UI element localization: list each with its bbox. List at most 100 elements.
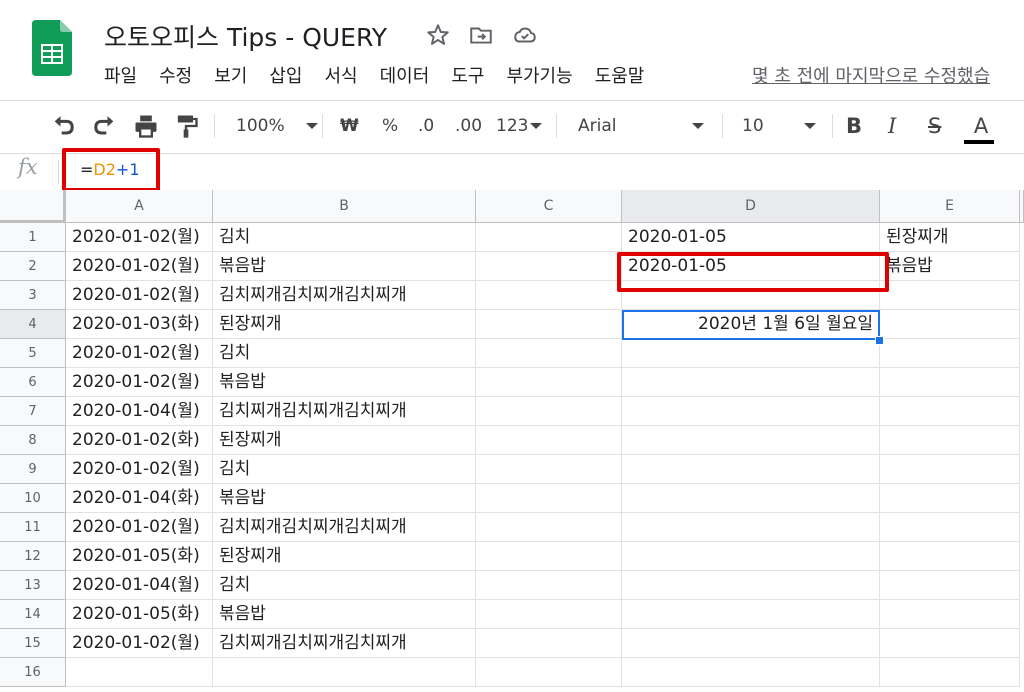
cloud-saved-icon[interactable] bbox=[512, 22, 538, 48]
cell-b13[interactable]: 김치 bbox=[213, 571, 476, 600]
cell-a12[interactable]: 2020-01-05(화) bbox=[66, 542, 213, 571]
cell-a4[interactable]: 2020-01-03(화) bbox=[66, 310, 213, 339]
row-header[interactable]: 1 bbox=[0, 223, 66, 252]
cell-e10[interactable] bbox=[880, 484, 1020, 513]
menu-help[interactable]: 도움말 bbox=[595, 62, 645, 90]
cell-a7[interactable]: 2020-01-04(월) bbox=[66, 397, 213, 426]
row-header[interactable]: 2 bbox=[0, 252, 66, 281]
sheets-logo[interactable] bbox=[32, 20, 72, 76]
menu-addons[interactable]: 부가기능 bbox=[506, 62, 572, 90]
currency-format-button[interactable]: ₩ bbox=[340, 112, 359, 140]
cell-b8[interactable]: 된장찌개 bbox=[213, 426, 476, 455]
cell-b11[interactable]: 김치찌개김치찌개김치찌개 bbox=[213, 513, 476, 542]
percent-format-button[interactable]: % bbox=[382, 112, 398, 140]
column-header-d[interactable]: D bbox=[622, 190, 880, 223]
cell-e3[interactable] bbox=[880, 281, 1020, 310]
menu-format[interactable]: 서식 bbox=[325, 62, 358, 90]
cell-d16[interactable] bbox=[622, 658, 880, 687]
cell-a1[interactable]: 2020-01-02(월) bbox=[66, 223, 213, 252]
menu-file[interactable]: 파일 bbox=[104, 62, 137, 90]
cell-e7[interactable] bbox=[880, 397, 1020, 426]
cell-c11[interactable] bbox=[476, 513, 622, 542]
cell-b14[interactable]: 볶음밥 bbox=[213, 600, 476, 629]
cell-b5[interactable]: 김치 bbox=[213, 339, 476, 368]
cell-b4[interactable]: 된장찌개 bbox=[213, 310, 476, 339]
cell-c15[interactable] bbox=[476, 629, 622, 658]
column-header-a[interactable]: A bbox=[66, 190, 213, 223]
increase-decimal-button[interactable]: .00 bbox=[455, 112, 482, 140]
cell-d8[interactable] bbox=[622, 426, 880, 455]
cell-c9[interactable] bbox=[476, 455, 622, 484]
cell-c8[interactable] bbox=[476, 426, 622, 455]
row-header[interactable]: 15 bbox=[0, 629, 66, 658]
cell-a8[interactable]: 2020-01-02(화) bbox=[66, 426, 213, 455]
row-header[interactable]: 6 bbox=[0, 368, 66, 397]
font-select[interactable]: Arial bbox=[578, 112, 706, 140]
row-header[interactable]: 16 bbox=[0, 658, 66, 687]
cell-a5[interactable]: 2020-01-02(월) bbox=[66, 339, 213, 368]
menu-data[interactable]: 데이터 bbox=[380, 62, 430, 90]
more-formats-button[interactable]: 123 bbox=[496, 112, 543, 140]
cell-b7[interactable]: 김치찌개김치찌개김치찌개 bbox=[213, 397, 476, 426]
column-header-c[interactable]: C bbox=[476, 190, 622, 223]
row-header[interactable]: 12 bbox=[0, 542, 66, 571]
cell-e16[interactable] bbox=[880, 658, 1020, 687]
last-edit-link[interactable]: 몇 초 전에 마지막으로 수정했습 bbox=[752, 62, 990, 88]
cell-c4[interactable] bbox=[476, 310, 622, 339]
column-header-e[interactable]: E bbox=[880, 190, 1020, 223]
cell-e15[interactable] bbox=[880, 629, 1020, 658]
fill-handle[interactable] bbox=[875, 336, 884, 345]
row-header[interactable]: 8 bbox=[0, 426, 66, 455]
paint-format-icon[interactable] bbox=[172, 112, 200, 140]
column-header-b[interactable]: B bbox=[213, 190, 476, 223]
text-color-button[interactable]: A bbox=[966, 112, 996, 140]
cell-a11[interactable]: 2020-01-02(월) bbox=[66, 513, 213, 542]
undo-icon[interactable] bbox=[50, 112, 78, 140]
cell-d12[interactable] bbox=[622, 542, 880, 571]
row-header[interactable]: 11 bbox=[0, 513, 66, 542]
cell-d5[interactable] bbox=[622, 339, 880, 368]
cell-c10[interactable] bbox=[476, 484, 622, 513]
document-title[interactable]: 오토오피스 Tips - QUERY bbox=[104, 18, 387, 54]
menu-insert[interactable]: 삽입 bbox=[269, 62, 302, 90]
cell-d14[interactable] bbox=[622, 600, 880, 629]
cell-d9[interactable] bbox=[622, 455, 880, 484]
print-icon[interactable] bbox=[132, 112, 160, 140]
decrease-decimal-button[interactable]: .0 bbox=[418, 112, 434, 140]
font-size-select[interactable]: 10 bbox=[742, 112, 818, 140]
zoom-select[interactable]: 100% bbox=[236, 112, 319, 140]
cell-b16[interactable] bbox=[213, 658, 476, 687]
cell-b10[interactable]: 볶음밥 bbox=[213, 484, 476, 513]
redo-icon[interactable] bbox=[90, 112, 118, 140]
row-header[interactable]: 14 bbox=[0, 600, 66, 629]
cell-e1[interactable]: 된장찌개 bbox=[880, 223, 1020, 252]
italic-button[interactable]: I bbox=[888, 112, 896, 140]
row-header[interactable]: 7 bbox=[0, 397, 66, 426]
cell-e2[interactable]: 볶음밥 bbox=[880, 252, 1020, 281]
cell-c12[interactable] bbox=[476, 542, 622, 571]
cell-b3[interactable]: 김치찌개김치찌개김치찌개 bbox=[213, 281, 476, 310]
cell-d15[interactable] bbox=[622, 629, 880, 658]
cell-c14[interactable] bbox=[476, 600, 622, 629]
row-header[interactable]: 10 bbox=[0, 484, 66, 513]
bold-button[interactable]: B bbox=[846, 112, 862, 140]
cell-c13[interactable] bbox=[476, 571, 622, 600]
cell-c2[interactable] bbox=[476, 252, 622, 281]
cell-e6[interactable] bbox=[880, 368, 1020, 397]
cell-c5[interactable] bbox=[476, 339, 622, 368]
menu-view[interactable]: 보기 bbox=[214, 62, 247, 90]
column-header-f[interactable] bbox=[1020, 190, 1024, 223]
cell-c1[interactable] bbox=[476, 223, 622, 252]
cell-d7[interactable] bbox=[622, 397, 880, 426]
cell-a6[interactable]: 2020-01-02(월) bbox=[66, 368, 213, 397]
cell-e11[interactable] bbox=[880, 513, 1020, 542]
cell-d13[interactable] bbox=[622, 571, 880, 600]
row-header[interactable]: 13 bbox=[0, 571, 66, 600]
cell-e12[interactable] bbox=[880, 542, 1020, 571]
cell-b15[interactable]: 김치찌개김치찌개김치찌개 bbox=[213, 629, 476, 658]
cell-c6[interactable] bbox=[476, 368, 622, 397]
cell-a16[interactable] bbox=[66, 658, 213, 687]
cell-c3[interactable] bbox=[476, 281, 622, 310]
cell-e13[interactable] bbox=[880, 571, 1020, 600]
move-folder-icon[interactable] bbox=[468, 22, 494, 48]
